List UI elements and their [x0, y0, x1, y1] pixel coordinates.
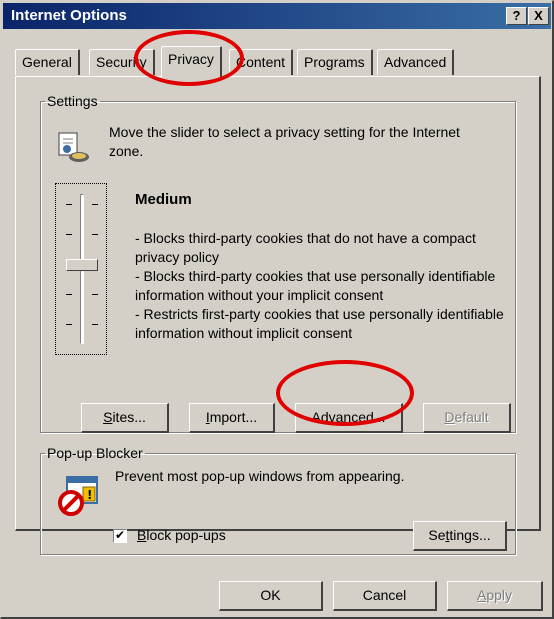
- popup-blocker-icon: !: [58, 476, 98, 516]
- sites-button[interactable]: Sites...: [81, 403, 169, 433]
- privacy-tab-panel: Settings Move the slider to select a pri…: [15, 76, 541, 555]
- advanced-button[interactable]: Advanced...: [295, 403, 403, 433]
- privacy-level-description: - Blocks third-party cookies that do not…: [135, 229, 515, 343]
- tab-privacy[interactable]: Privacy: [161, 46, 222, 77]
- slider-tick: [66, 204, 72, 205]
- slider-tick: [66, 294, 72, 295]
- popup-settings-label-a: Se: [428, 527, 446, 543]
- privacy-level-title: Medium: [135, 191, 192, 208]
- intro-text: Move the slider to select a privacy sett…: [109, 124, 460, 159]
- checkmark-icon: ✔: [114, 528, 126, 542]
- close-button[interactable]: X: [528, 7, 549, 25]
- default-button-label: efault: [454, 409, 489, 425]
- default-button[interactable]: Default: [423, 403, 511, 433]
- cancel-button[interactable]: Cancel: [333, 581, 437, 611]
- block-popups-label-text: lock pop-ups: [146, 527, 226, 543]
- description-line: - Blocks third-party cookies that do not…: [135, 230, 476, 265]
- slider-tick: [66, 324, 72, 325]
- slider-tick: [92, 204, 98, 205]
- popup-blocker-group: Pop-up Blocker ! Prevent most pop-up win…: [40, 445, 516, 555]
- import-button-label: mport...: [209, 409, 258, 425]
- privacy-icon: [58, 132, 89, 162]
- description-line: - Restricts first-party cookies that use…: [135, 306, 504, 341]
- help-button[interactable]: ?: [506, 7, 527, 25]
- advanced-button-label-b: anced...: [335, 409, 386, 425]
- tab-programs[interactable]: Programs: [297, 49, 373, 75]
- slider-tick: [92, 294, 98, 295]
- svg-text:!: !: [87, 488, 92, 502]
- advanced-button-mnemonic: v: [328, 409, 336, 425]
- slider-tick: [66, 234, 72, 235]
- title-bar[interactable]: Internet Options ? X: [3, 3, 551, 29]
- apply-button-label: pply: [486, 587, 513, 603]
- window-title: Internet Options: [11, 7, 127, 24]
- block-popups-checkbox[interactable]: ✔: [113, 529, 127, 543]
- apply-button[interactable]: Apply: [447, 581, 543, 611]
- tab-security[interactable]: Security: [89, 49, 155, 75]
- tab-general[interactable]: General: [15, 49, 80, 75]
- import-button[interactable]: Import...: [189, 403, 275, 433]
- ok-button[interactable]: OK: [219, 581, 323, 611]
- settings-group: Settings Move the slider to select a pri…: [40, 93, 516, 433]
- tab-content[interactable]: Content: [229, 49, 294, 75]
- internet-options-dialog: Internet Options ? X General Security Pr…: [0, 0, 554, 619]
- tab-advanced[interactable]: Advanced: [377, 49, 455, 75]
- popup-blocker-text: Prevent most pop-up windows from appeari…: [115, 468, 405, 484]
- slider-tick: [92, 324, 98, 325]
- popup-blocker-legend: Pop-up Blocker: [47, 445, 143, 461]
- slider-tick: [92, 234, 98, 235]
- block-popups-label[interactable]: Block pop-ups: [137, 527, 226, 543]
- advanced-button-label-a: Ad: [311, 409, 329, 425]
- settings-legend: Settings: [47, 93, 98, 109]
- sites-button-label: ites...: [112, 409, 146, 425]
- description-line: - Blocks third-party cookies that use pe…: [135, 268, 496, 303]
- slider-thumb[interactable]: [66, 259, 98, 271]
- popup-settings-button[interactable]: Settings...: [413, 521, 507, 551]
- privacy-level-slider[interactable]: [55, 183, 107, 355]
- popup-settings-label-b: tings...: [449, 527, 491, 543]
